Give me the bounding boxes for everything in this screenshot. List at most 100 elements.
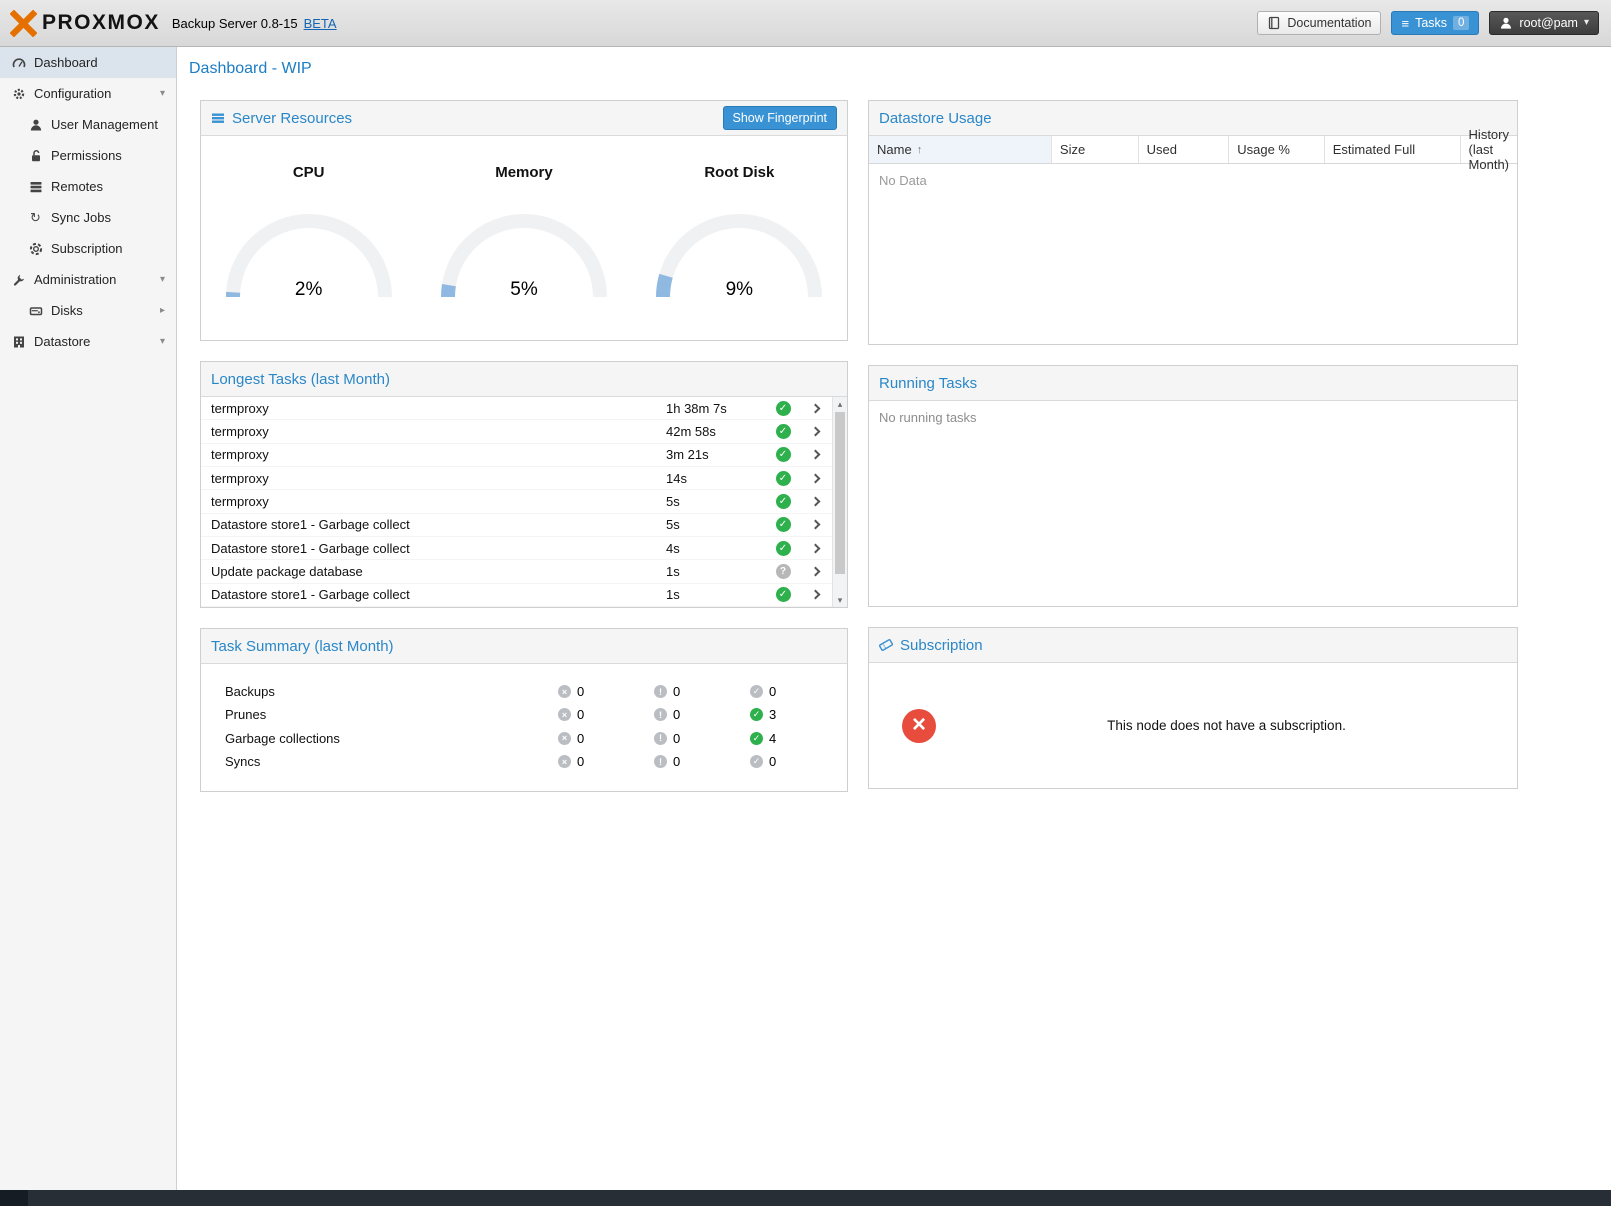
gauge-label: CPU xyxy=(293,164,325,181)
open-task-button[interactable] xyxy=(798,451,832,458)
task-name: termproxy xyxy=(211,494,666,509)
warning-count-icon xyxy=(654,708,667,721)
column-header-history[interactable]: History (last Month) xyxy=(1461,136,1517,163)
datastore-usage-panel: Datastore Usage Name ↑ Size Used Usage %… xyxy=(868,100,1518,345)
server-resources-icon xyxy=(211,111,225,125)
sidebar-item-label: Remotes xyxy=(51,179,103,194)
scrollbar-thumb[interactable] xyxy=(835,412,845,574)
tasks-label: Tasks xyxy=(1415,16,1447,30)
gauge-label: Root Disk xyxy=(704,164,774,181)
sidebar-item-administration[interactable]: Administration ▾ xyxy=(0,264,176,295)
sidebar-item-label: User Management xyxy=(51,117,158,132)
chevron-right-icon xyxy=(810,590,820,600)
column-header-name[interactable]: Name ↑ xyxy=(869,136,1052,163)
memory-gauge: Memory 5% xyxy=(416,164,631,340)
task-row[interactable]: Update package database 1s xyxy=(201,560,832,583)
task-row[interactable]: termproxy 1h 38m 7s xyxy=(201,397,832,420)
scrollbar[interactable]: ▴ ▾ xyxy=(832,397,847,607)
documentation-button[interactable]: Documentation xyxy=(1257,11,1381,35)
warning-count: 0 xyxy=(673,731,680,746)
task-duration: 4s xyxy=(666,541,768,556)
error-count: 0 xyxy=(577,731,584,746)
tasks-button[interactable]: ≡ Tasks 0 xyxy=(1391,11,1479,35)
task-row[interactable]: termproxy 5s xyxy=(201,490,832,513)
task-status-icon xyxy=(776,447,791,462)
ok-count: 4 xyxy=(769,731,776,746)
column-header-size[interactable]: Size xyxy=(1052,136,1139,163)
chevron-down-icon[interactable]: ▾ xyxy=(160,274,165,285)
gauge-value: 9% xyxy=(651,279,827,301)
show-fingerprint-button[interactable]: Show Fingerprint xyxy=(723,106,838,130)
task-summary-panel: Task Summary (last Month) Backups 0 0 0 … xyxy=(200,628,848,792)
task-status-icon xyxy=(776,564,791,579)
chevron-down-icon[interactable]: ▾ xyxy=(160,88,165,99)
sidebar-item-user-management[interactable]: User Management xyxy=(0,109,176,140)
error-count-icon xyxy=(558,685,571,698)
chevron-right-icon xyxy=(810,567,820,577)
summary-label: Syncs xyxy=(225,754,558,769)
sidebar-item-label: Subscription xyxy=(51,241,123,256)
sidebar-item-configuration[interactable]: Configuration ▾ xyxy=(0,78,176,109)
sidebar-item-remotes[interactable]: Remotes xyxy=(0,171,176,202)
sidebar-item-sync-jobs[interactable]: ↻ Sync Jobs xyxy=(0,202,176,233)
cogs-icon xyxy=(10,87,27,101)
summary-row: Garbage collections 0 0 4 xyxy=(201,727,847,750)
task-status-icon xyxy=(776,424,791,439)
open-task-button[interactable] xyxy=(798,428,832,435)
book-icon xyxy=(1267,16,1281,30)
warning-count: 0 xyxy=(673,684,680,699)
column-label: History (last Month) xyxy=(1469,127,1509,172)
sidebar-item-permissions[interactable]: Permissions xyxy=(0,140,176,171)
unlock-icon xyxy=(27,149,44,163)
scroll-down-icon[interactable]: ▾ xyxy=(833,593,847,607)
sidebar-item-subscription[interactable]: Subscription xyxy=(0,233,176,264)
sidebar-item-datastore[interactable]: Datastore ▾ xyxy=(0,326,176,357)
page-title: Dashboard - WIP xyxy=(189,60,312,78)
task-row[interactable]: termproxy 3m 21s xyxy=(201,444,832,467)
summary-label: Garbage collections xyxy=(225,731,558,746)
open-task-button[interactable] xyxy=(798,475,832,482)
column-header-usage[interactable]: Usage % xyxy=(1229,136,1325,163)
scroll-up-icon[interactable]: ▴ xyxy=(833,397,847,411)
task-duration: 1s xyxy=(666,564,768,579)
gauge-label: Memory xyxy=(495,164,553,181)
open-task-button[interactable] xyxy=(798,405,832,412)
task-status-icon xyxy=(776,517,791,532)
sidebar-item-label: Permissions xyxy=(51,148,122,163)
task-row[interactable]: Datastore store1 - Garbage collect 4s xyxy=(201,537,832,560)
open-task-button[interactable] xyxy=(798,568,832,575)
open-task-button[interactable] xyxy=(798,498,832,505)
running-tasks-panel: Running Tasks No running tasks xyxy=(868,365,1518,607)
task-duration: 3m 21s xyxy=(666,447,768,462)
chevron-down-icon: ▾ xyxy=(1584,18,1589,28)
product-version: Backup Server 0.8-15 xyxy=(172,16,298,31)
open-task-button[interactable] xyxy=(798,545,832,552)
open-task-button[interactable] xyxy=(798,521,832,528)
bottom-bar xyxy=(0,1190,1611,1206)
cpu-gauge: CPU 2% xyxy=(201,164,416,340)
beta-link[interactable]: BETA xyxy=(304,16,337,31)
sidebar-item-disks[interactable]: Disks ▸ xyxy=(0,295,176,326)
column-header-estimated-full[interactable]: Estimated Full xyxy=(1325,136,1461,163)
chevron-down-icon[interactable]: ▾ xyxy=(160,336,165,347)
task-row[interactable]: termproxy 42m 58s xyxy=(201,420,832,443)
server-resources-panel: Server Resources Show Fingerprint CPU 2% xyxy=(200,100,848,341)
chevron-right-icon xyxy=(810,427,820,437)
panel-title: Longest Tasks (last Month) xyxy=(211,371,390,388)
hdd-icon xyxy=(27,304,44,318)
chevron-right-icon xyxy=(810,473,820,483)
no-subscription-icon xyxy=(902,709,936,743)
task-row[interactable]: Datastore store1 - Garbage collect 5s xyxy=(201,514,832,537)
user-menu-button[interactable]: root@pam ▾ xyxy=(1489,11,1599,35)
sidebar-item-dashboard[interactable]: Dashboard xyxy=(0,47,176,78)
column-header-used[interactable]: Used xyxy=(1139,136,1230,163)
task-row[interactable]: Datastore store1 - Garbage collect 1s xyxy=(201,584,832,607)
open-task-button[interactable] xyxy=(798,591,832,598)
warning-count-icon xyxy=(654,755,667,768)
task-row[interactable]: termproxy 14s xyxy=(201,467,832,490)
ok-count-icon xyxy=(750,732,763,745)
logo-text: PROXMOX xyxy=(42,11,160,35)
task-duration: 42m 58s xyxy=(666,424,768,439)
ok-count-icon xyxy=(750,755,763,768)
chevron-right-icon[interactable]: ▸ xyxy=(160,305,165,316)
